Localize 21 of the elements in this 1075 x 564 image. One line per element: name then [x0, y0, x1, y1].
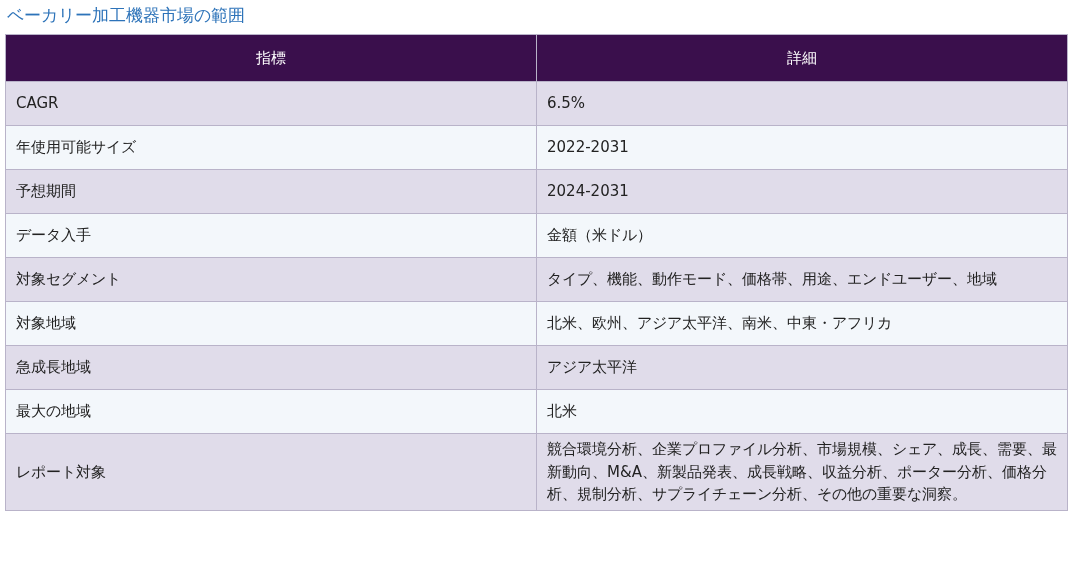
table-cell: 対象地域	[5, 301, 537, 346]
table-cell: 金額（米ドル）	[536, 213, 1068, 258]
table-cell: 最大の地域	[5, 389, 537, 434]
table-cell: 年使用可能サイズ	[5, 125, 537, 170]
column-header: 詳細	[536, 34, 1068, 82]
table-cell: 6.5%	[536, 81, 1068, 126]
table-cell: レポート対象	[5, 433, 537, 510]
table-cell: タイプ、機能、動作モード、価格帯、用途、エンドユーザー、地域	[536, 257, 1068, 302]
table-cell: アジア太平洋	[536, 345, 1068, 390]
table-cell: 予想期間	[5, 169, 537, 214]
column-header: 指標	[5, 34, 537, 82]
table-cell: 対象セグメント	[5, 257, 537, 302]
table-cell: 2024-2031	[536, 169, 1068, 214]
table-cell: 北米	[536, 389, 1068, 434]
table-cell: データ入手	[5, 213, 537, 258]
table-cell: 2022-2031	[536, 125, 1068, 170]
table-cell: 北米、欧州、アジア太平洋、南米、中東・アフリカ	[536, 301, 1068, 346]
table-cell: 競合環境分析、企業プロファイル分析、市場規模、シェア、成長、需要、最新動向、M&A、新製品発表、成長戦略、収益分析、ポーター分析、価格分析、規制分析、サプライチェーン分析、その他の重要な洞察。	[536, 433, 1068, 510]
table-cell: 急成長地域	[5, 345, 537, 390]
section-title: ベーカリー加工機器市場の範囲	[6, 4, 246, 27]
table-cell: CAGR	[5, 81, 537, 126]
